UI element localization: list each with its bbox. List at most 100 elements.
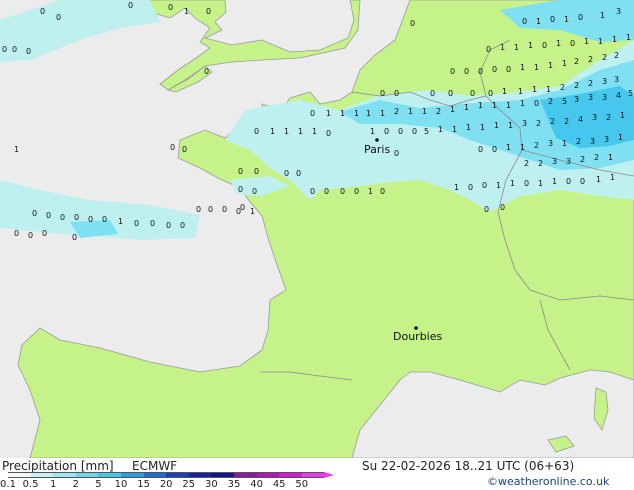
svg-text:1: 1 bbox=[600, 11, 605, 20]
svg-text:0: 0 bbox=[484, 205, 489, 214]
svg-text:1: 1 bbox=[340, 109, 345, 118]
svg-text:0: 0 bbox=[534, 99, 539, 108]
svg-text:2: 2 bbox=[588, 55, 593, 64]
svg-text:0: 0 bbox=[478, 145, 483, 154]
svg-text:1: 1 bbox=[514, 43, 519, 52]
svg-text:0: 0 bbox=[450, 67, 455, 76]
credit-link[interactable]: ©weatheronline.co.uk bbox=[487, 475, 609, 488]
svg-text:4: 4 bbox=[578, 115, 583, 124]
svg-text:1: 1 bbox=[598, 37, 603, 46]
svg-text:1: 1 bbox=[626, 33, 631, 42]
svg-text:1: 1 bbox=[518, 87, 523, 96]
svg-text:5: 5 bbox=[424, 127, 429, 136]
svg-text:3: 3 bbox=[552, 157, 557, 166]
svg-text:1: 1 bbox=[596, 175, 601, 184]
svg-text:1: 1 bbox=[612, 35, 617, 44]
svg-text:1: 1 bbox=[608, 153, 613, 162]
svg-text:1: 1 bbox=[284, 127, 289, 136]
svg-text:5: 5 bbox=[562, 97, 567, 106]
svg-text:1: 1 bbox=[492, 101, 497, 110]
svg-text:1: 1 bbox=[354, 109, 359, 118]
svg-text:1: 1 bbox=[14, 145, 19, 154]
svg-text:2: 2 bbox=[614, 51, 619, 60]
scale-segment bbox=[75, 472, 99, 478]
svg-text:0: 0 bbox=[208, 205, 213, 214]
svg-text:0: 0 bbox=[354, 187, 359, 196]
svg-text:0: 0 bbox=[310, 187, 315, 196]
scale-tick-label: 5 bbox=[95, 479, 102, 490]
svg-text:0: 0 bbox=[524, 179, 529, 188]
svg-text:0: 0 bbox=[506, 65, 511, 74]
svg-text:0: 0 bbox=[394, 89, 399, 98]
svg-text:1: 1 bbox=[298, 127, 303, 136]
scale-tick-label: 20 bbox=[159, 479, 173, 490]
svg-text:2: 2 bbox=[560, 83, 565, 92]
svg-text:0: 0 bbox=[254, 127, 259, 136]
svg-text:0: 0 bbox=[394, 149, 399, 158]
svg-text:1: 1 bbox=[508, 121, 513, 130]
svg-text:0: 0 bbox=[180, 221, 185, 230]
svg-text:0: 0 bbox=[72, 233, 77, 242]
svg-text:1: 1 bbox=[480, 123, 485, 132]
svg-text:2: 2 bbox=[524, 159, 529, 168]
svg-text:1: 1 bbox=[466, 123, 471, 132]
svg-text:1: 1 bbox=[562, 139, 567, 148]
svg-text:1: 1 bbox=[184, 7, 189, 16]
scale-segment bbox=[188, 472, 212, 478]
svg-text:0: 0 bbox=[56, 13, 61, 22]
svg-text:1: 1 bbox=[408, 107, 413, 116]
valid-datetime: Su 22-02-2026 18..21 UTC (06+63) bbox=[362, 459, 575, 473]
svg-text:1: 1 bbox=[118, 217, 123, 226]
svg-text:0: 0 bbox=[412, 127, 417, 136]
svg-text:0: 0 bbox=[500, 203, 505, 212]
svg-text:1: 1 bbox=[510, 179, 515, 188]
svg-text:1: 1 bbox=[506, 143, 511, 152]
svg-text:2: 2 bbox=[594, 153, 599, 162]
svg-text:0: 0 bbox=[492, 145, 497, 154]
svg-text:1: 1 bbox=[494, 121, 499, 130]
scale-tick-label: 50 bbox=[295, 479, 309, 490]
scale-tick-label: 35 bbox=[227, 479, 241, 490]
svg-text:1: 1 bbox=[370, 127, 375, 136]
scale-segment bbox=[301, 472, 325, 478]
city-label-dourbies: Dourbies bbox=[393, 330, 443, 343]
svg-text:0: 0 bbox=[14, 229, 19, 238]
svg-text:1: 1 bbox=[478, 101, 483, 110]
svg-text:1: 1 bbox=[532, 85, 537, 94]
scale-segment bbox=[143, 472, 167, 478]
svg-text:1: 1 bbox=[500, 43, 505, 52]
svg-text:2: 2 bbox=[394, 107, 399, 116]
scale-tick-label: 10 bbox=[114, 479, 128, 490]
svg-text:1: 1 bbox=[610, 173, 615, 182]
svg-text:1: 1 bbox=[552, 177, 557, 186]
svg-text:2: 2 bbox=[534, 141, 539, 150]
svg-text:1: 1 bbox=[520, 99, 525, 108]
svg-text:0: 0 bbox=[478, 67, 483, 76]
scale-tick-label: 25 bbox=[182, 479, 196, 490]
svg-text:0: 0 bbox=[222, 205, 227, 214]
svg-text:1: 1 bbox=[270, 127, 275, 136]
svg-text:0: 0 bbox=[492, 65, 497, 74]
svg-text:0: 0 bbox=[470, 89, 475, 98]
svg-text:0: 0 bbox=[468, 183, 473, 192]
svg-text:1: 1 bbox=[496, 181, 501, 190]
svg-text:3: 3 bbox=[548, 139, 553, 148]
svg-text:3: 3 bbox=[604, 135, 609, 144]
svg-text:1: 1 bbox=[584, 37, 589, 46]
svg-text:1: 1 bbox=[366, 109, 371, 118]
svg-text:2: 2 bbox=[588, 79, 593, 88]
svg-text:0: 0 bbox=[410, 19, 415, 28]
svg-text:0: 0 bbox=[40, 7, 45, 16]
svg-text:0: 0 bbox=[580, 177, 585, 186]
paris-marker bbox=[375, 138, 379, 142]
svg-text:1: 1 bbox=[464, 103, 469, 112]
svg-text:0: 0 bbox=[196, 205, 201, 214]
svg-text:1: 1 bbox=[380, 109, 385, 118]
svg-text:0: 0 bbox=[32, 209, 37, 218]
svg-text:1: 1 bbox=[368, 187, 373, 196]
svg-text:0: 0 bbox=[380, 89, 385, 98]
scale-segment bbox=[211, 472, 234, 478]
svg-text:0: 0 bbox=[296, 169, 301, 178]
svg-text:0: 0 bbox=[168, 3, 173, 12]
svg-text:1: 1 bbox=[556, 39, 561, 48]
